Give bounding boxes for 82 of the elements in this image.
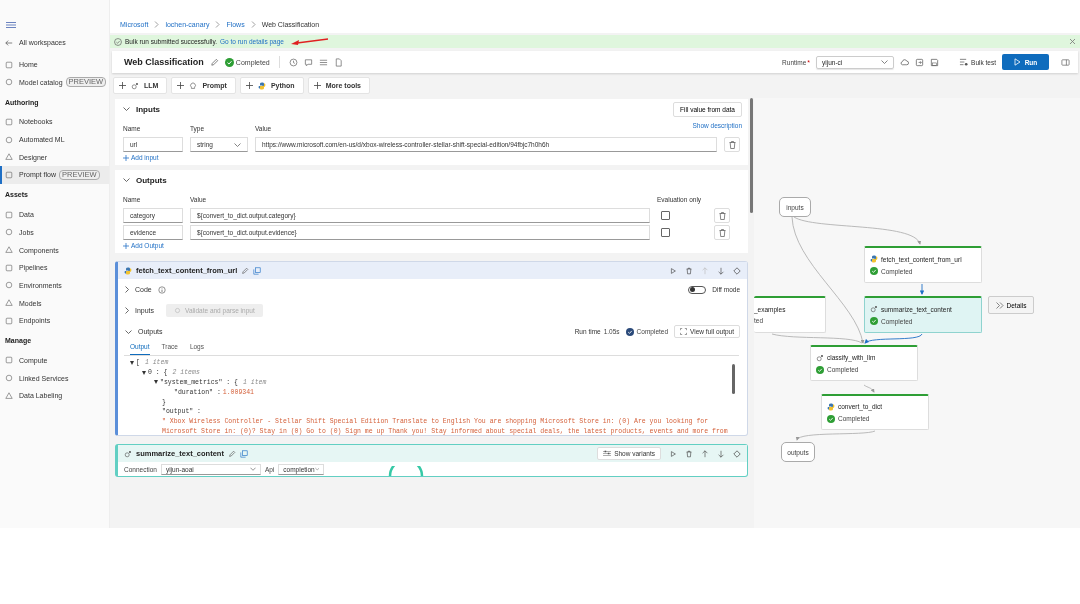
llm-icon [870, 305, 878, 313]
panel-icon[interactable] [1061, 57, 1070, 67]
chevron-down-icon [881, 60, 889, 64]
copy-icon[interactable] [239, 449, 248, 458]
chat-icon[interactable] [303, 57, 313, 67]
check-circle-icon [625, 327, 634, 336]
pencil-icon[interactable] [209, 57, 219, 67]
plus-icon [119, 82, 126, 89]
list-icon [959, 58, 969, 66]
pencil-icon[interactable] [241, 266, 250, 275]
diamond-icon[interactable] [733, 449, 741, 458]
chevron-icon [250, 21, 256, 28]
delete-button[interactable] [714, 208, 730, 223]
plus-icon [313, 82, 321, 89]
expand-toggle[interactable] [154, 380, 158, 385]
play-icon[interactable] [669, 449, 677, 458]
arrow-up-icon[interactable] [701, 449, 709, 458]
trash-icon [728, 140, 736, 149]
check-circle-icon [827, 414, 835, 423]
chevron-icon [215, 21, 221, 28]
python-icon [827, 402, 835, 411]
chevron-down-icon[interactable] [125, 329, 132, 334]
trash-icon [718, 211, 726, 220]
check-circle-icon [816, 365, 824, 374]
section-title: Inputs [136, 104, 160, 114]
chevron-down-icon [234, 142, 241, 147]
spinner-icon [388, 466, 425, 476]
lightbulb-icon [189, 81, 198, 90]
llm-icon [816, 353, 824, 362]
plus-icon [123, 242, 129, 249]
copy-icon[interactable] [253, 266, 262, 275]
list-icon[interactable] [318, 57, 328, 67]
check-circle-icon [870, 267, 878, 275]
save-icon[interactable] [930, 57, 940, 67]
delete-button[interactable] [724, 137, 740, 152]
llm-icon [124, 449, 132, 458]
expand-icon [680, 328, 688, 335]
close-icon[interactable] [1069, 38, 1076, 45]
expand-toggle[interactable] [142, 370, 146, 375]
history-icon[interactable] [288, 57, 298, 67]
play-icon [1013, 58, 1021, 66]
arrow-down-icon[interactable] [717, 449, 725, 458]
chevron-right-icon[interactable] [125, 286, 129, 293]
info-icon[interactable] [157, 285, 166, 294]
python-icon [257, 81, 266, 90]
diamond-icon[interactable] [733, 266, 741, 275]
scrollbar[interactable] [732, 364, 735, 394]
scrollbar[interactable] [750, 98, 753, 213]
document-icon[interactable] [333, 57, 343, 67]
arrow-down-icon[interactable] [717, 266, 725, 275]
checkbox[interactable] [661, 211, 670, 220]
python-icon [124, 266, 132, 275]
menu-icon[interactable] [6, 22, 16, 28]
chevrons-right-icon [995, 301, 1004, 309]
back-arrow-icon [5, 38, 13, 47]
llm-icon [131, 81, 139, 90]
plus-icon [245, 82, 253, 89]
play-icon[interactable] [669, 266, 677, 275]
trash-icon[interactable] [685, 449, 693, 458]
delete-button[interactable] [714, 225, 730, 240]
trash-icon[interactable] [685, 266, 693, 275]
check-circle-icon [870, 317, 878, 325]
expand-toggle[interactable] [130, 360, 134, 365]
chevron-down-icon[interactable] [123, 178, 130, 182]
section-title: Outputs [136, 175, 167, 185]
sliders-icon [603, 450, 612, 457]
chevron-down-icon [314, 467, 320, 471]
chevron-icon [154, 21, 160, 28]
import-icon[interactable] [915, 57, 925, 67]
trash-icon [718, 228, 726, 237]
flow-title: Web Classification [124, 57, 204, 67]
arrow-annotation [290, 37, 329, 46]
chevron-right-icon[interactable] [125, 307, 129, 314]
plus-icon [177, 82, 185, 89]
pencil-icon[interactable] [227, 449, 236, 458]
chevron-down-icon[interactable] [123, 107, 130, 111]
check-circle-icon [114, 37, 122, 46]
plus-icon [123, 154, 129, 161]
checkbox[interactable] [661, 228, 670, 237]
chevron-down-icon [249, 467, 256, 471]
python-icon [870, 255, 878, 263]
check-circle-icon [224, 57, 234, 67]
